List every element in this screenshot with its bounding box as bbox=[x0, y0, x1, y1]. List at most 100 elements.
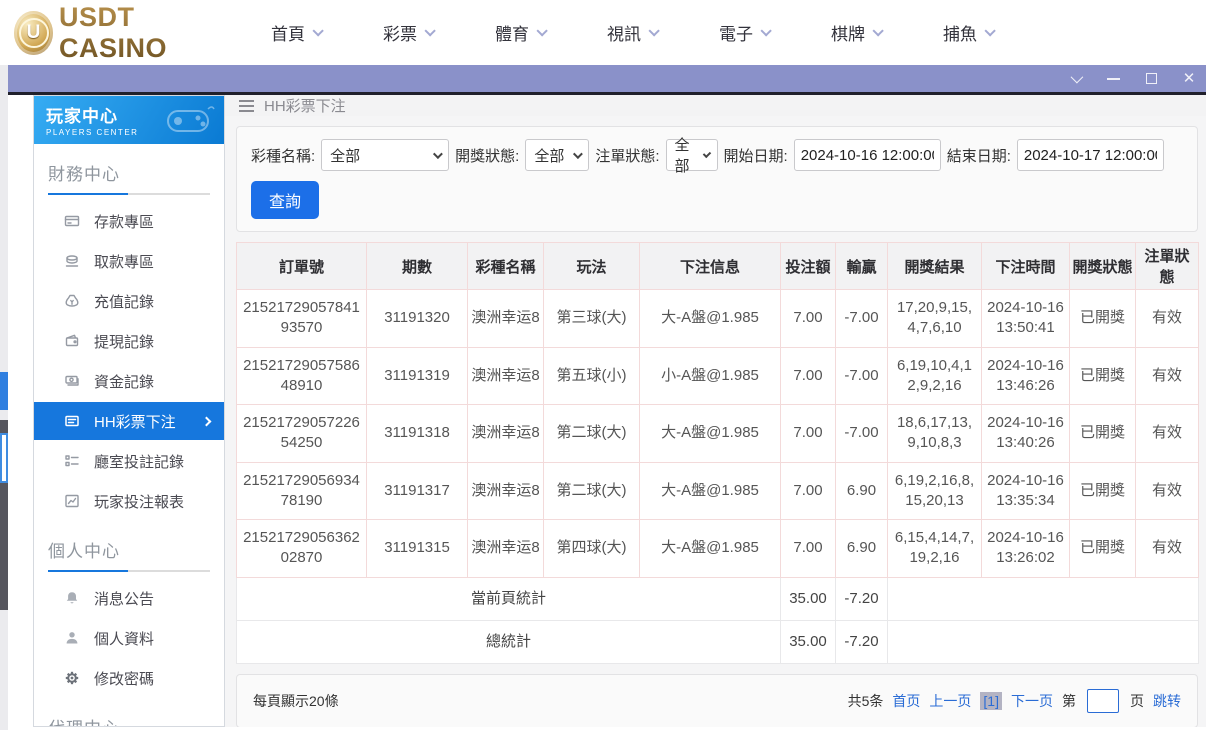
column-header: 注單狀態 bbox=[1135, 242, 1199, 290]
column-header: 下注信息 bbox=[639, 242, 781, 290]
table-row: 2152172905693478190 31191317 澳洲幸运8 第二球(大) 大-… bbox=[236, 461, 1199, 520]
maximize-button[interactable] bbox=[1144, 72, 1158, 86]
sidebar-item-label: 修改密碼 bbox=[94, 670, 155, 688]
nav-item[interactable]: 電子 bbox=[719, 20, 772, 45]
summary-row: 總統計 35.00 -7.20 bbox=[236, 619, 1199, 665]
draw-status-select[interactable]: 全部 bbox=[525, 139, 590, 171]
summary-cell bbox=[887, 576, 1199, 621]
summary-cell: 35.00 bbox=[780, 619, 836, 665]
jump-page-input[interactable] bbox=[1087, 689, 1119, 713]
next-page-link[interactable]: 下一页 bbox=[1011, 691, 1053, 711]
chevron-down-icon bbox=[872, 24, 884, 37]
bet-report-icon bbox=[64, 493, 80, 509]
table-cell: 6,19,2,16,8,15,20,13 bbox=[887, 461, 982, 520]
table-cell: 第二球(大) bbox=[543, 404, 640, 463]
table-cell: 澳洲幸运8 bbox=[467, 519, 544, 578]
section-underline bbox=[48, 570, 210, 572]
table-cell: 31191319 bbox=[366, 346, 468, 405]
sidebar-item-label: 提現記錄 bbox=[94, 333, 155, 351]
table-cell: 2152172905784193570 bbox=[236, 289, 367, 348]
site-logo-text: USDT CASINO bbox=[59, 2, 229, 64]
summary-cell: -7.20 bbox=[835, 576, 888, 621]
table-cell: 18,6,17,13,9,10,8,3 bbox=[887, 404, 982, 463]
close-button[interactable]: ✕ bbox=[1182, 71, 1196, 86]
jump-action-link[interactable]: 跳转 bbox=[1153, 691, 1181, 711]
hamburger-menu-icon[interactable] bbox=[239, 99, 254, 112]
window-dropdown-chevron-icon[interactable] bbox=[1068, 70, 1083, 86]
table-cell: 2024-10-16 13:40:26 bbox=[981, 404, 1070, 463]
withdraw-icon bbox=[64, 253, 80, 269]
nav-item[interactable]: 棋牌 bbox=[831, 20, 884, 45]
lottery-type-select[interactable]: 全部 bbox=[321, 139, 450, 171]
first-page-link[interactable]: 首页 bbox=[892, 691, 920, 711]
table-cell: 大-A盤@1.985 bbox=[639, 519, 781, 578]
breadcrumb: HH彩票下注 bbox=[225, 95, 1206, 116]
section-underline bbox=[48, 193, 210, 195]
table-cell: 第三球(大) bbox=[543, 289, 640, 348]
sidebar-item-label: 取款專區 bbox=[94, 253, 155, 271]
nav-item[interactable]: 彩票 bbox=[383, 20, 436, 45]
withdrawal-record-icon bbox=[64, 333, 80, 349]
topnav-items: 首頁 彩票 體育 視訊 電子 棋牌 捕魚 bbox=[271, 20, 996, 45]
table-cell: 7.00 bbox=[780, 404, 836, 463]
table-cell: 31191320 bbox=[366, 289, 468, 348]
sidebar-item[interactable]: 修改密碼 bbox=[34, 658, 224, 698]
table-cell: 澳洲幸运8 bbox=[467, 461, 544, 520]
main-content: HH彩票下注 彩種名稱: 全部 開獎狀態: 全部 注單狀態: 全部 開始日期: … bbox=[225, 95, 1206, 727]
table-cell: 6,15,4,14,7,19,2,16 bbox=[887, 519, 982, 578]
nav-item[interactable]: 首頁 bbox=[271, 20, 324, 45]
table-cell: 31191317 bbox=[366, 461, 468, 520]
table-cell: 有效 bbox=[1135, 461, 1199, 520]
summary-row: 當前頁統計 35.00 -7.20 bbox=[236, 576, 1199, 621]
jump-suffix-label: 页 bbox=[1130, 693, 1144, 709]
table-cell: 已開獎 bbox=[1069, 346, 1136, 405]
summary-cell: -7.20 bbox=[835, 619, 888, 665]
sidebar-section-title: 個人中心 bbox=[48, 542, 120, 561]
sidebar-item[interactable]: HH彩票下注 bbox=[34, 402, 224, 440]
summary-cell: 35.00 bbox=[780, 576, 836, 621]
nav-item-label: 首頁 bbox=[271, 25, 305, 44]
sidebar-item[interactable]: 玩家投注報表 bbox=[34, 481, 224, 521]
sidebar-item[interactable]: 提現記錄 bbox=[34, 321, 224, 361]
nav-item[interactable]: 視訊 bbox=[607, 20, 660, 45]
usdt-coin-icon: U bbox=[14, 10, 54, 55]
top-navbar: U USDT CASINO 首頁 彩票 體育 視訊 電子 棋牌 捕魚 bbox=[0, 0, 1206, 65]
background-fragment bbox=[0, 372, 8, 410]
table-cell: 有效 bbox=[1135, 519, 1199, 578]
column-header: 玩法 bbox=[543, 242, 640, 290]
table-cell: 31191318 bbox=[366, 404, 468, 463]
nav-item[interactable]: 體育 bbox=[495, 20, 548, 45]
table-cell: -7.00 bbox=[835, 289, 888, 348]
order-status-select[interactable]: 全部 bbox=[665, 137, 718, 175]
table-cell: 大-A盤@1.985 bbox=[639, 461, 781, 520]
sidebar-item[interactable]: 存款專區 bbox=[34, 201, 224, 241]
chevron-right-icon bbox=[201, 416, 212, 426]
nav-item[interactable]: 捕魚 bbox=[943, 20, 996, 45]
query-button[interactable]: 查詢 bbox=[251, 181, 320, 219]
table-row: 2152172905758648910 31191319 澳洲幸运8 第五球(小) 小-… bbox=[236, 346, 1199, 405]
sidebar-item[interactable]: 資金記錄 bbox=[34, 361, 224, 401]
table-cell: 2024-10-16 13:26:02 bbox=[981, 519, 1070, 578]
start-date-input[interactable] bbox=[793, 139, 941, 171]
sidebar-item[interactable]: 充值記錄 bbox=[34, 281, 224, 321]
end-date-input[interactable] bbox=[1016, 139, 1164, 171]
sidebar: 玩家中心 PLAYERS CENTER 財務中心 存款專區 取款專區 充值記錄 提現記錄… bbox=[33, 95, 225, 727]
sidebar-item[interactable]: 取款專區 bbox=[34, 241, 224, 281]
column-header: 輸贏 bbox=[835, 242, 888, 290]
sidebar-section-title: 財務中心 bbox=[48, 165, 120, 184]
sidebar-item[interactable]: 廳室投註記錄 bbox=[34, 441, 224, 481]
nav-item-label: 捕魚 bbox=[943, 25, 977, 44]
sidebar-item-label: 廳室投註記錄 bbox=[94, 453, 185, 471]
prev-page-link[interactable]: 上一页 bbox=[929, 691, 971, 711]
table-cell: 31191315 bbox=[366, 519, 468, 578]
summary-cell: 總統計 bbox=[236, 619, 781, 665]
sidebar-item[interactable]: 個人資料 bbox=[34, 618, 224, 658]
site-logo[interactable]: U USDT CASINO bbox=[14, 2, 229, 64]
sidebar-item[interactable]: 消息公告 bbox=[34, 578, 224, 618]
minimize-button[interactable] bbox=[1106, 72, 1120, 86]
funds-record-icon bbox=[64, 373, 80, 389]
bets-table-wrap: 訂單號 期數 彩種名稱 玩法 下注信息 投注額 輸贏 開獎結果 下注時間 開獎狀態 注單狀態 215… bbox=[236, 242, 1199, 665]
table-cell: 2152172905693478190 bbox=[236, 461, 367, 520]
table-row: 2152172905784193570 31191320 澳洲幸运8 第三球(大) 大-… bbox=[236, 289, 1199, 348]
sidebar-item-label: 消息公告 bbox=[94, 590, 155, 608]
